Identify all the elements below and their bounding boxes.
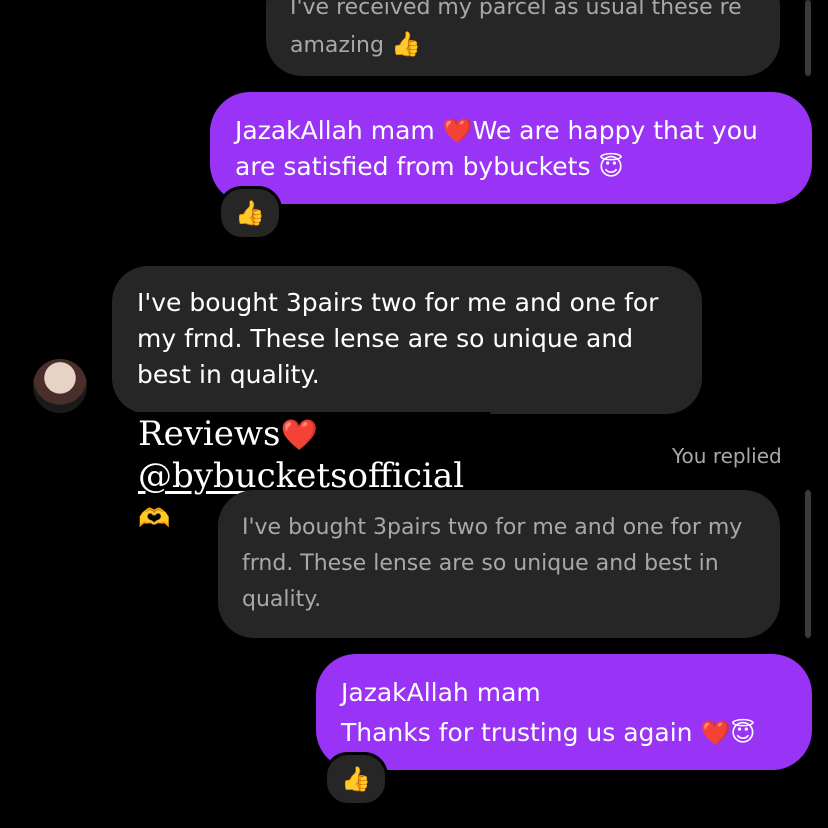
you-replied-label: You replied [672,444,782,468]
heart-hands-icon: 🫶 [138,504,171,534]
smiling-halo-icon: 😇 [730,719,756,747]
sticker-reviews-text: Reviews [138,414,281,454]
message-line: my frnd. These lense are so unique and [137,324,634,353]
message-line: JazakAllah mam ❤️We are happy that you [235,113,788,149]
thumbs-up-icon: 👍 [390,30,421,58]
quoted-text-line1: I've received my parcel as usual these r… [290,0,742,20]
thumbs-up-icon: 👍 [341,765,371,793]
reaction-badge[interactable]: 👍 [324,752,388,806]
quoted-line: I've bought 3pairs two for me and one fo… [242,515,743,540]
quoted-text-line2: amazing 👍 [290,26,756,64]
story-sticker[interactable]: Reviews❤️ @bybucketsofficial 🫶 [134,412,490,534]
reaction-badge[interactable]: 👍 [218,186,282,240]
heart-icon: ❤️ [442,117,473,145]
message-line: I've bought 3pairs two for me and one fo… [137,288,659,317]
thumbs-up-icon: 👍 [235,199,265,227]
reply-indicator-bar [805,0,811,76]
avatar[interactable] [33,359,87,413]
message-line: JazakAllah mam [341,678,541,707]
incoming-message[interactable]: I've bought 3pairs two for me and one fo… [112,266,702,414]
message-text: We are happy that you [472,116,758,145]
message-text: JazakAllah mam [235,116,443,145]
message-text: Thanks for trusting us again [341,718,701,747]
outgoing-message-2[interactable]: JazakAllah mam Thanks for trusting us ag… [316,654,812,770]
quoted-message-top[interactable]: I've received my parcel as usual these r… [266,0,780,76]
reply-indicator-bar [805,490,811,638]
heart-icon: ❤️ [280,418,318,453]
message-line: are satisfied from bybuckets 😇 [235,149,788,185]
quoted-line: frnd. These lense are so unique and best… [242,551,719,576]
message-line: Thanks for trusting us again ❤️😇 [341,715,788,751]
heart-icon: ❤️ [700,719,731,747]
quoted-line: quality. [242,587,322,612]
message-line: best in quality. [137,360,320,389]
message-text: are satisfied from bybuckets [235,152,599,181]
quoted-text-amazing: amazing [290,33,384,58]
outgoing-message-1[interactable]: JazakAllah mam ❤️We are happy that you a… [210,92,812,204]
quoted-message[interactable]: I've bought 3pairs two for me and one fo… [218,490,780,638]
smiling-halo-icon: 😇 [598,153,624,181]
sticker-line1: Reviews❤️ [138,414,486,456]
